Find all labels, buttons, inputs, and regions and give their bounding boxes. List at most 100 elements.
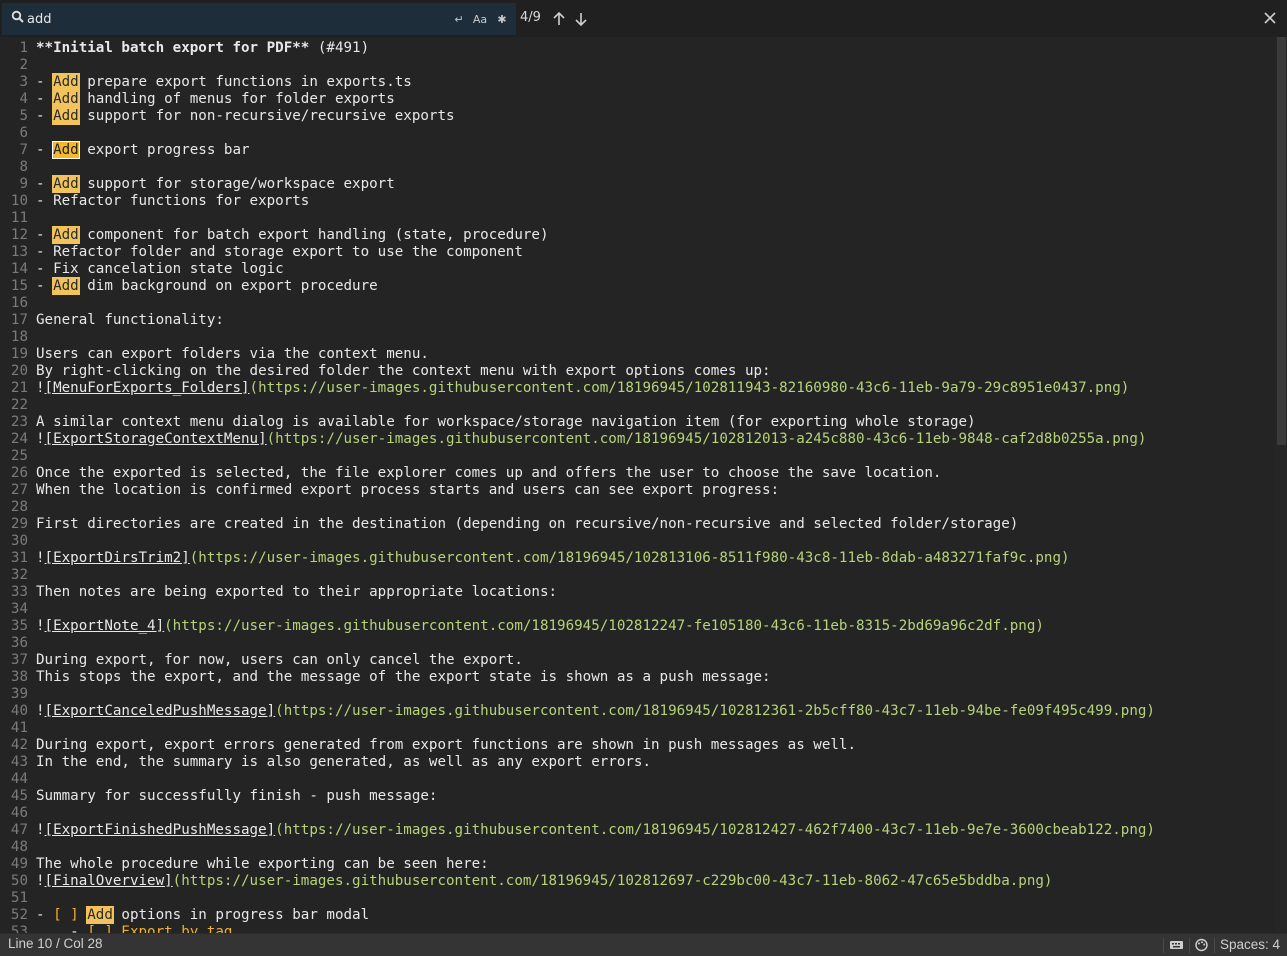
code-line[interactable]: 44 <box>0 771 1275 788</box>
code-line[interactable]: 13 - Refactor folder and storage export t… <box>0 244 1275 261</box>
link-url: (https://user-images.githubusercontent.c… <box>172 873 1053 889</box>
text-segment: ! <box>36 618 45 634</box>
wrap-icon[interactable]: ↵ <box>450 10 468 28</box>
close-icon[interactable] <box>1263 11 1277 25</box>
code-line[interactable]: 43 In the end, the summary is also genera… <box>0 754 1275 771</box>
line-number: 45 <box>10 788 28 804</box>
code-line[interactable]: 35 ![ExportNote_4](https://user-images.gi… <box>0 618 1275 635</box>
search-icon <box>11 10 24 23</box>
arrow-down-icon[interactable] <box>573 10 589 28</box>
code-line[interactable]: 34 <box>0 601 1275 618</box>
line-number: 23 <box>10 414 28 430</box>
code-line[interactable]: 51 <box>0 890 1275 907</box>
code-line[interactable]: 23 A similar context menu dialog is avail… <box>0 414 1275 431</box>
line-number: 34 <box>10 601 28 617</box>
text-segment: - <box>36 74 54 90</box>
line-number: 24 <box>10 431 28 447</box>
code-line[interactable]: 17 General functionality: <box>0 312 1275 329</box>
arrow-up-icon[interactable] <box>551 10 567 28</box>
code-line[interactable]: 5- Add support for non-recursive/recursi… <box>0 107 1275 125</box>
indentation-setting[interactable]: Spaces: 4 <box>1220 937 1280 952</box>
search-box[interactable]: ↵ Aa ✱ <box>2 3 516 35</box>
link-text: [ExportFinishedPushMessage] <box>44 822 276 838</box>
code-line[interactable]: 38 This stops the export, and the message… <box>0 669 1275 686</box>
code-line[interactable]: 26 Once the exported is selected, the fil… <box>0 465 1275 482</box>
code-line[interactable]: 18 <box>0 329 1275 346</box>
scroll-thumb[interactable] <box>1277 37 1286 445</box>
text-segment: export progress bar <box>78 142 250 158</box>
line-content: **Initial batch export for PDF** (#491) <box>36 40 369 57</box>
line-number: 30 <box>10 533 28 549</box>
code-line[interactable]: 7- Add export progress bar <box>0 141 1275 159</box>
code-line[interactable]: 3- Add prepare export functions in expor… <box>0 73 1275 91</box>
line-number: 2 <box>19 57 28 73</box>
code-line[interactable]: 25 <box>0 448 1275 465</box>
regex-icon[interactable]: ✱ <box>493 10 511 28</box>
code-line[interactable]: 24 ![ExportStorageContextMenu](https://us… <box>0 431 1275 448</box>
code-line[interactable]: 12- Add component for batch export handl… <box>0 226 1275 244</box>
vertical-scrollbar[interactable] <box>1275 37 1287 933</box>
code-line[interactable]: 1 **Initial batch export for PDF** (#491) <box>0 40 1275 57</box>
code-line[interactable]: 31 ![ExportDirsTrim2](https://user-images… <box>0 550 1275 567</box>
link-url: (https://user-images.githubusercontent.c… <box>266 431 1147 447</box>
code-line[interactable]: 49 The whole procedure while exporting ca… <box>0 856 1275 873</box>
code-line[interactable]: 37 During export, for now, users can only… <box>0 652 1275 669</box>
code-line[interactable]: 41 <box>0 720 1275 737</box>
code-line[interactable]: 22 <box>0 397 1275 414</box>
cursor-position[interactable]: Line 10 / Col 28 <box>8 936 103 951</box>
code-line[interactable]: 15- Add dim background on export procedu… <box>0 277 1275 295</box>
find-bar: ↵ Aa ✱ 4/9 <box>0 0 1287 37</box>
code-line[interactable]: 10 - Refactor functions for exports <box>0 193 1275 210</box>
code-line[interactable]: 30 <box>0 533 1275 550</box>
keyboard-icon[interactable] <box>1169 938 1185 952</box>
link-text: [MenuForExports_Folders] <box>44 380 250 396</box>
text-segment: A similar context menu dialog is availab… <box>36 414 976 430</box>
code-line[interactable]: 50 ![FinalOverview](https://user-images.g… <box>0 873 1275 890</box>
code-line[interactable]: 28 <box>0 499 1275 516</box>
code-line[interactable]: 9- Add support for storage/workspace exp… <box>0 175 1275 193</box>
link-url: (https://user-images.githubusercontent.c… <box>275 703 1155 719</box>
code-line[interactable]: 52- [ ] Add options in progress bar moda… <box>0 906 1275 924</box>
line-number: 18 <box>10 329 28 345</box>
code-line[interactable]: 32 <box>0 567 1275 584</box>
code-line[interactable]: 20 By right-clicking on the desired folde… <box>0 363 1275 380</box>
line-content: ![ExportDirsTrim2](https://user-images.g… <box>36 550 1070 567</box>
code-line[interactable]: 8 <box>0 159 1275 176</box>
line-number: 26 <box>10 465 28 481</box>
match-case-icon[interactable]: Aa <box>471 10 489 28</box>
line-number: 31 <box>10 550 28 566</box>
palette-icon[interactable] <box>1194 938 1210 952</box>
line-number: 48 <box>10 839 28 855</box>
code-line[interactable]: 27 When the location is confirmed export … <box>0 482 1275 499</box>
code-line[interactable]: 48 <box>0 839 1275 856</box>
line-number: 12 <box>10 227 28 243</box>
search-input[interactable] <box>27 9 327 29</box>
status-divider <box>1189 938 1190 953</box>
text-segment: Once the exported is selected, the file … <box>36 465 942 481</box>
line-content: ![FinalOverview](https://user-images.git… <box>36 873 1052 890</box>
text-segment: This stops the export, and the message o… <box>36 669 771 685</box>
code-line[interactable]: 11 <box>0 210 1275 227</box>
code-line[interactable]: 4- Add handling of menus for folder expo… <box>0 90 1275 108</box>
code-line[interactable]: 16 <box>0 295 1275 312</box>
code-line[interactable]: 53 - [ ] Export by tag <box>0 924 1275 933</box>
code-line[interactable]: 42 During export, export errors generated… <box>0 737 1275 754</box>
line-content: ![MenuForExports_Folders](https://user-i… <box>36 380 1129 397</box>
search-match: Add <box>52 90 80 108</box>
editor[interactable]: 1 **Initial batch export for PDF** (#491)… <box>0 37 1275 933</box>
link-text: [ExportNote_4] <box>44 618 165 634</box>
code-line[interactable]: 2 <box>0 57 1275 74</box>
code-line[interactable]: 19 Users can export folders via the conte… <box>0 346 1275 363</box>
code-line[interactable]: 45 Summary for successfully finish - push… <box>0 788 1275 805</box>
code-line[interactable]: 36 <box>0 635 1275 652</box>
code-line[interactable]: 21 ![MenuForExports_Folders](https://user… <box>0 380 1275 397</box>
code-line[interactable]: 14 - Fix cancelation state logic <box>0 261 1275 278</box>
text-segment: ! <box>36 380 45 396</box>
code-line[interactable]: 33 Then notes are being exported to their… <box>0 584 1275 601</box>
code-line[interactable]: 40 ![ExportCanceledPushMessage](https://u… <box>0 703 1275 720</box>
code-line[interactable]: 6 <box>0 125 1275 142</box>
code-line[interactable]: 46 <box>0 805 1275 822</box>
code-line[interactable]: 39 <box>0 686 1275 703</box>
code-line[interactable]: 47 ![ExportFinishedPushMessage](https://u… <box>0 822 1275 839</box>
code-line[interactable]: 29 First directories are created in the d… <box>0 516 1275 533</box>
